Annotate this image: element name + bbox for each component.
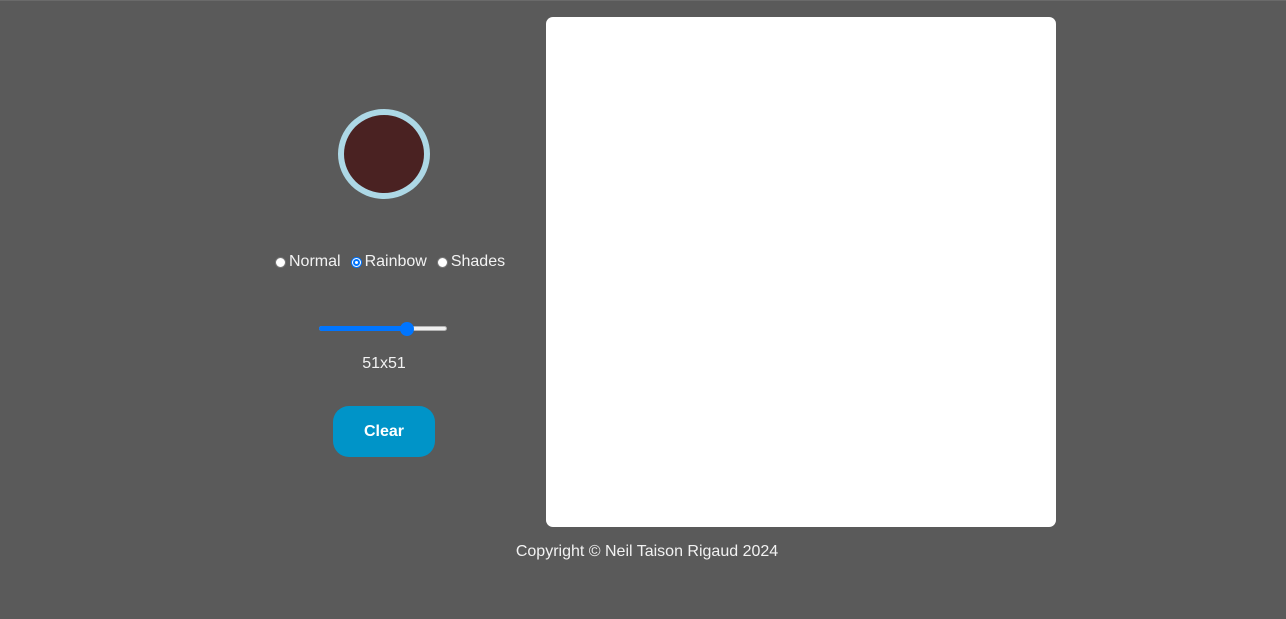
mode-option-shades[interactable]: Shades (432, 253, 505, 271)
drawing-canvas[interactable] (546, 17, 1056, 527)
color-picker[interactable] (338, 109, 430, 199)
slider-fill (319, 326, 407, 331)
mode-label-rainbow: Rainbow (364, 253, 427, 270)
mode-selector: Normal Rainbow Shades (270, 251, 510, 273)
mode-label-normal: Normal (289, 253, 341, 270)
grid-size-label: 51x51 (362, 355, 406, 372)
top-border (0, 0, 1286, 1)
footer-copyright: Copyright © Neil Taison Rigaud 2024 (515, 543, 779, 560)
slider-thumb[interactable] (399, 322, 414, 336)
mode-label-shades: Shades (450, 253, 506, 270)
radio-rainbow[interactable] (350, 256, 362, 268)
mode-option-normal[interactable]: Normal (270, 253, 341, 271)
controls-panel: Normal Rainbow Shades 51x51 Clear (270, 0, 505, 619)
radio-shades[interactable] (436, 256, 448, 268)
mode-option-rainbow[interactable]: Rainbow (346, 253, 427, 271)
grid-size-slider[interactable] (319, 321, 447, 337)
radio-normal[interactable] (275, 256, 286, 268)
clear-button[interactable]: Clear (333, 406, 435, 457)
